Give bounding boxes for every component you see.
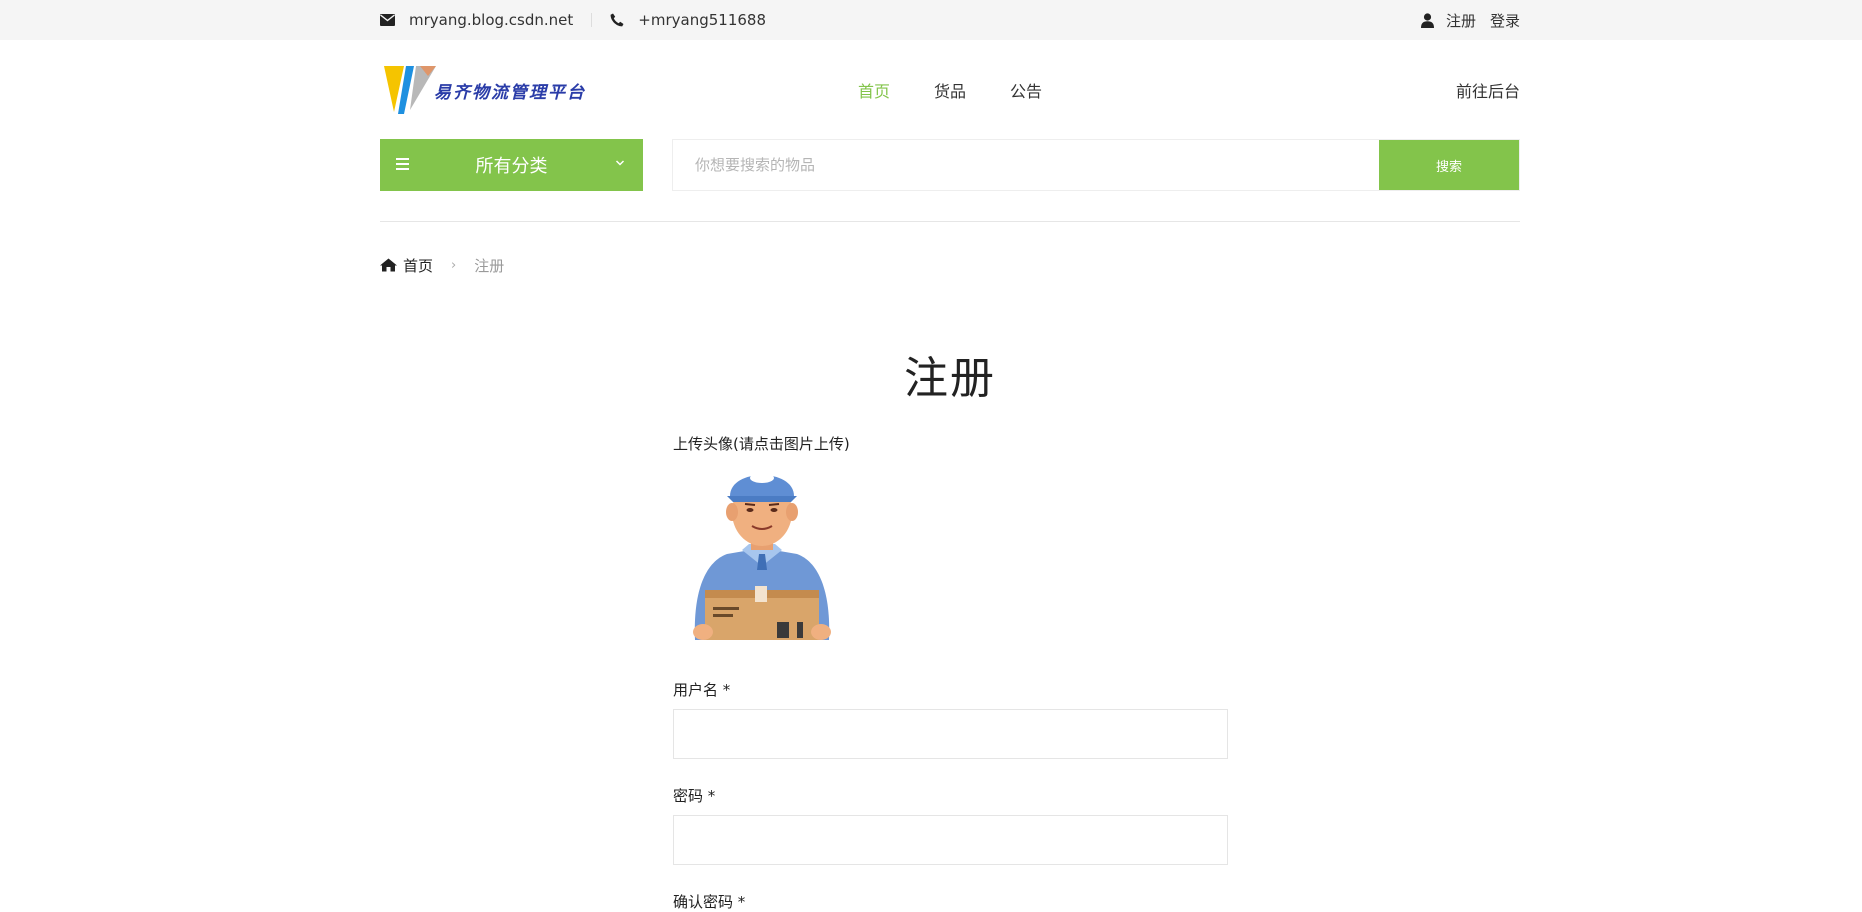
phone-text: +mryang511688: [638, 11, 766, 29]
category-label: 所有分类: [475, 156, 548, 177]
breadcrumb-home-label: 首页: [403, 256, 434, 275]
avatar-upload-image[interactable]: [687, 462, 837, 642]
search-bar: 搜索: [672, 139, 1520, 191]
username-label: 用户名 *: [673, 681, 731, 699]
login-link[interactable]: 登录: [1490, 10, 1520, 31]
breadcrumb-current: 注册: [474, 256, 505, 275]
search-button[interactable]: 搜索: [1379, 140, 1519, 190]
site-header: 易齐物流管理平台 首页 货品 公告 前往后台: [380, 40, 1520, 140]
logo-text: 易齐物流管理平台: [434, 83, 586, 103]
search-input[interactable]: [673, 140, 1379, 190]
breadcrumb: 首页 › 注册: [380, 254, 504, 276]
top-bar-inner: mryang.blog.csdn.net +mryang511688 注册 登录: [380, 0, 1520, 40]
confirm-password-label: 确认密码 *: [673, 893, 746, 911]
envelope-icon: [380, 14, 395, 26]
phone-icon: [610, 13, 624, 27]
site-logo[interactable]: 易齐物流管理平台: [380, 62, 584, 118]
user-icon: [1420, 12, 1434, 28]
top-bar-account: 注册 登录: [1420, 10, 1520, 31]
header-divider: [380, 221, 1520, 222]
contact-email: mryang.blog.csdn.net: [380, 11, 573, 29]
page-title: 注册: [904, 353, 996, 404]
breadcrumb-home[interactable]: 首页: [380, 255, 433, 276]
contact-separator: [591, 13, 593, 27]
register-link[interactable]: 注册: [1446, 10, 1476, 31]
password-input[interactable]: [673, 815, 1228, 865]
nav-item-home[interactable]: 首页: [858, 78, 890, 102]
breadcrumb-separator-icon: ›: [451, 257, 457, 273]
email-text: mryang.blog.csdn.net: [409, 11, 574, 29]
contact-phone: +mryang511688: [610, 11, 766, 29]
avatar-label: 上传头像(请点击图片上传): [673, 435, 850, 453]
nav-item-goods[interactable]: 货品: [934, 78, 966, 102]
password-label: 密码 *: [673, 787, 716, 805]
username-input[interactable]: [673, 709, 1228, 759]
top-bar: mryang.blog.csdn.net +mryang511688 注册 登录: [0, 0, 1862, 40]
chevron-down-icon: [615, 160, 625, 166]
nav-item-announcements[interactable]: 公告: [1010, 78, 1042, 102]
main-nav: 首页 货品 公告: [858, 40, 1086, 140]
backend-link[interactable]: 前往后台: [1456, 40, 1520, 140]
category-dropdown[interactable]: 所有分类: [380, 139, 643, 191]
top-bar-contact: mryang.blog.csdn.net +mryang511688: [380, 11, 766, 29]
home-icon: [380, 258, 397, 272]
register-form: 上传头像(请点击图片上传) 用户名 * 密码 * 确认密码 *: [673, 434, 1228, 911]
